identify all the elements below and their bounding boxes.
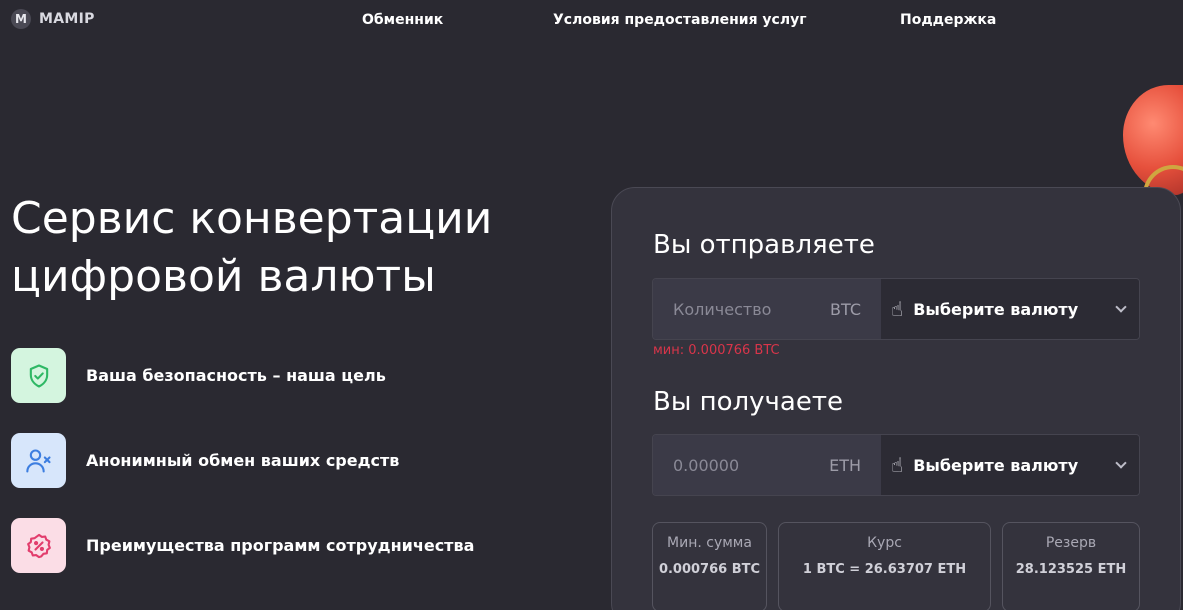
feature-anonymous: Анонимный обмен ваших средств xyxy=(11,433,399,488)
hero-title: Сервис конвертации цифровой валюты xyxy=(11,190,571,306)
feature-security: Ваша безопасность – наша цель xyxy=(11,348,386,403)
send-amount-box: BTC xyxy=(653,279,881,339)
feature-partnership: Преимущества программ сотрудничества xyxy=(11,518,474,573)
nav-exchanger-link[interactable]: Обменник xyxy=(362,12,443,28)
logo-mark: M xyxy=(11,9,31,29)
hand-pointer-icon: ☝ xyxy=(891,297,904,321)
logo[interactable]: M MAMIP xyxy=(11,9,95,29)
feature-anonymous-label: Анонимный обмен ваших средств xyxy=(86,451,400,470)
nav-terms-link[interactable]: Условия предоставления услуг xyxy=(553,12,807,28)
send-title: Вы отправляете xyxy=(653,230,875,260)
send-currency-unit: BTC xyxy=(830,299,861,319)
receive-currency-unit: ETH xyxy=(829,455,861,475)
receive-amount-box: ETH xyxy=(653,435,881,495)
hero-title-line-2: цифровой валюты xyxy=(11,251,436,302)
send-amount-input[interactable] xyxy=(673,299,813,319)
stat-reserve-label: Резерв xyxy=(1045,535,1097,551)
nav-support-link[interactable]: Поддержка xyxy=(900,12,996,28)
receive-currency-select-label: Выберите валюту xyxy=(913,455,1079,475)
send-row: BTC ☝ Выберите валюту xyxy=(652,278,1140,340)
stat-reserve-value: 28.123525 ETH xyxy=(1015,562,1127,577)
hero-title-line-1: Сервис конвертации xyxy=(11,193,493,244)
shield-check-icon xyxy=(11,348,66,403)
stat-rate-label: Курс xyxy=(867,535,902,551)
stat-rate: Курс 1 BTC = 26.63707 ETH xyxy=(778,522,991,610)
min-amount-warning: мин: 0.000766 BTC xyxy=(653,343,780,358)
send-currency-select[interactable]: ☝ Выберите валюту xyxy=(881,279,1139,339)
stat-min-amount-label: Мин. сумма xyxy=(667,535,752,551)
exchange-card: Вы отправляете BTC ☝ Выберите валюту мин… xyxy=(611,187,1181,610)
percent-badge-icon xyxy=(11,518,66,573)
feature-partnership-label: Преимущества программ сотрудничества xyxy=(86,536,475,555)
stat-min-amount-value: 0.000766 BTC xyxy=(658,562,761,577)
receive-title: Вы получаете xyxy=(653,387,843,417)
receive-row: ETH ☝ Выберите валюту xyxy=(652,434,1140,496)
receive-amount-input[interactable] xyxy=(673,455,813,475)
send-currency-select-label: Выберите валюту xyxy=(913,299,1079,319)
chevron-down-icon xyxy=(1115,457,1127,469)
stat-reserve: Резерв 28.123525 ETH xyxy=(1002,522,1140,610)
feature-security-label: Ваша безопасность – наша цель xyxy=(86,366,386,385)
receive-currency-select[interactable]: ☝ Выберите валюту xyxy=(881,435,1139,495)
hand-pointer-icon: ☝ xyxy=(891,453,904,477)
logo-text: MAMIP xyxy=(39,11,95,27)
user-x-icon xyxy=(11,433,66,488)
stat-rate-value: 1 BTC = 26.63707 ETH xyxy=(802,562,967,577)
stat-min-amount: Мин. сумма 0.000766 BTC xyxy=(652,522,767,610)
chevron-down-icon xyxy=(1115,301,1127,313)
